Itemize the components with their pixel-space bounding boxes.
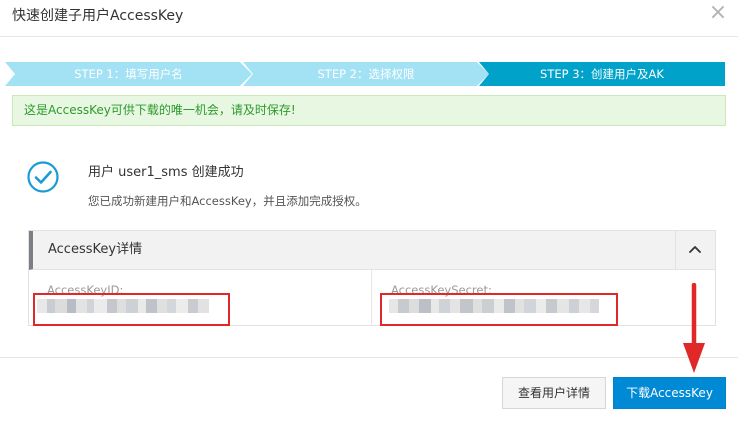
dialog-title: 快速创建子用户AccessKey (12, 8, 184, 24)
close-icon[interactable]: × (708, 2, 728, 24)
field-divider (371, 270, 372, 325)
chevron-up-icon (689, 246, 701, 253)
step-progress: STEP 1：填写用户名 STEP 2：选择权限 STEP 3：创建用户及AK (5, 62, 725, 86)
annotation-arrow-icon (683, 283, 705, 373)
success-description: 您已成功新建用户和AccessKey，并且添加完成授权。 (88, 194, 367, 208)
success-title: 用户 user1_sms 创建成功 (88, 165, 244, 180)
step-1: STEP 1：填写用户名 (5, 62, 252, 86)
view-user-details-button[interactable]: 查看用户详情 (502, 377, 606, 409)
save-warning-alert: 这是AccessKey可供下载的唯一机会，请及时保存! (12, 95, 726, 126)
panel-title: AccessKey详情 (48, 242, 143, 257)
annotation-box-secret (380, 293, 618, 326)
collapse-toggle[interactable] (675, 231, 715, 269)
header-divider (0, 36, 738, 37)
panel-header: AccessKey详情 (29, 231, 715, 270)
annotation-box-id (33, 293, 230, 326)
create-accesskey-dialog: 快速创建子用户AccessKey × STEP 1：填写用户名 STEP 2：选… (0, 0, 738, 421)
step-3-active: STEP 3：创建用户及AK (479, 62, 725, 86)
check-circle-icon (27, 161, 59, 193)
step-2: STEP 2：选择权限 (243, 62, 489, 86)
download-accesskey-button[interactable]: 下载AccessKey (613, 377, 726, 409)
footer-divider (0, 357, 738, 358)
